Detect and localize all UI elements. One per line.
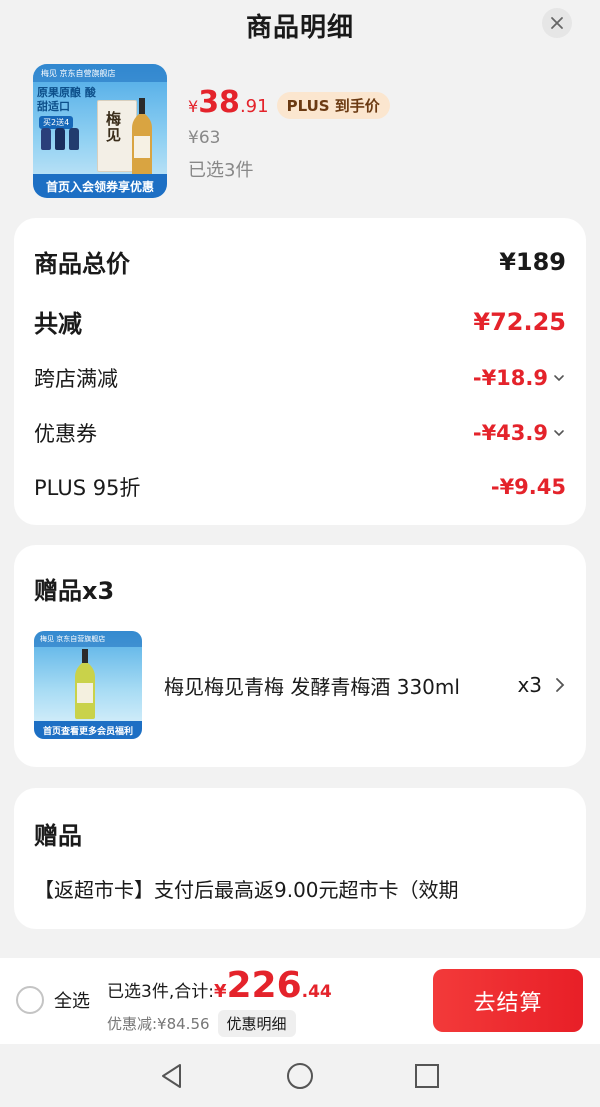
total-reduce-label: 共减 [34, 310, 82, 338]
cross-store-discount-row[interactable]: 跨店满减 -¥18.9 [34, 363, 566, 393]
total-price-value: ¥189 [499, 247, 566, 276]
total-prefix: 已选3件,合计: [107, 982, 214, 1002]
coupon-value: -¥43.9 [472, 421, 548, 445]
mini-bottle-icon [55, 128, 65, 150]
gift-quantity: x3 [517, 673, 566, 697]
chevron-right-icon [554, 677, 566, 693]
close-icon [551, 17, 563, 29]
cross-store-discount-label: 跨店满减 [34, 367, 118, 391]
plus-price-badge: PLUS 到手价 [276, 91, 390, 119]
nav-home-button[interactable] [284, 1060, 316, 1092]
system-nav-bar [0, 1044, 600, 1107]
gift2-description: 【返超市卡】支付后最高返9.00元超市卡（效期 [34, 878, 459, 902]
gift-thumb-banner: 首页查看更多会员福利 [34, 721, 142, 739]
select-all[interactable]: 全选 [16, 986, 90, 1014]
total-price-label: 商品总价 [34, 250, 130, 278]
box-label: 梅见 [106, 110, 122, 144]
product-summary: 梅见 京东自营旗舰店 原果原酿 酸甜适口 买2送4 梅见 首页入会领券享优惠 ¥… [33, 64, 573, 199]
mini-bottle-icon [69, 128, 79, 150]
mini-bottle-icon [41, 128, 51, 150]
discount-line: 优惠减:¥84.56 优惠明细 [107, 1010, 296, 1037]
checkout-bar: 全选 已选3件,合计: ¥ 226 .44 优惠减:¥84.56 优惠明细 去结… [0, 958, 600, 1044]
select-all-label: 全选 [54, 991, 90, 1012]
thumb-banner: 首页入会领券享优惠 [33, 174, 167, 198]
gift2-title: 赠品 [34, 822, 82, 850]
gifts-card: 赠品x3 梅见 京东自营旗舰店 首页查看更多会员福利 梅见梅见青梅 发酵青梅酒 … [14, 545, 586, 767]
close-button[interactable] [542, 8, 572, 38]
price-currency: ¥ [188, 97, 199, 116]
chevron-down-icon [552, 426, 566, 440]
plus-discount-label: PLUS 95折 [34, 476, 141, 500]
discount-detail-button[interactable]: 优惠明细 [217, 1010, 296, 1037]
total-reduce-value: ¥72.25 [473, 307, 566, 336]
brand-strip: 梅见 京东自营旗舰店 [33, 64, 167, 82]
plus-discount-row: PLUS 95折 -¥9.45 [34, 472, 566, 502]
total-decimal: .44 [301, 982, 332, 1002]
original-price: ¥63 [188, 128, 221, 148]
total-reduce-row: 共减 ¥72.25 [34, 304, 566, 339]
gift-name: 梅见梅见青梅 发酵青梅酒 330ml [164, 674, 460, 699]
checkout-button[interactable]: 去结算 [433, 969, 583, 1032]
page-title: 商品明细 [245, 12, 354, 43]
bottle-icon [132, 98, 152, 176]
cross-store-discount-value: -¥18.9 [472, 366, 548, 390]
sheet-header: 商品明细 [0, 0, 600, 50]
coupon-row[interactable]: 优惠券 -¥43.9 [34, 418, 566, 448]
nav-back-button[interactable] [156, 1060, 188, 1092]
nav-home-icon [287, 1063, 313, 1089]
gift-image: 梅见 京东自营旗舰店 首页查看更多会员福利 [34, 631, 142, 739]
select-all-radio[interactable] [16, 986, 44, 1014]
gift-brand-strip: 梅见 京东自营旗舰店 [34, 631, 142, 647]
gift-item[interactable]: 梅见 京东自营旗舰店 首页查看更多会员福利 梅见梅见青梅 发酵青梅酒 330ml… [34, 631, 566, 739]
price-breakdown-card: 商品总价 ¥189 共减 ¥72.25 跨店满减 -¥18.9 优惠券 -¥43… [14, 218, 586, 525]
selected-count: 已选3件 [188, 160, 254, 181]
gift-qty-value: x3 [517, 673, 542, 697]
total-line: 已选3件,合计: ¥ 226 .44 [107, 968, 332, 1004]
total-currency: ¥ [213, 981, 227, 1002]
discount-amount: 优惠减:¥84.56 [107, 1015, 210, 1033]
supermarket-gift-card: 赠品 【返超市卡】支付后最高返9.00元超市卡（效期 [14, 788, 586, 929]
thumb-tagline: 原果原酿 酸甜适口 [37, 86, 96, 113]
nav-back-icon [162, 1064, 181, 1088]
bottle-icon [75, 649, 95, 719]
nav-recents-button[interactable] [411, 1060, 443, 1092]
product-image[interactable]: 梅见 京东自营旗舰店 原果原酿 酸甜适口 买2送4 梅见 首页入会领券享优惠 [33, 64, 167, 198]
price-decimal: .91 [239, 96, 269, 117]
price-integer: 38 [198, 85, 240, 120]
total-integer: 226 [226, 965, 302, 1006]
price-row: ¥ 38 .91 PLUS 到手价 [188, 88, 390, 122]
coupon-label: 优惠券 [34, 422, 97, 446]
gifts-title: 赠品x3 [34, 577, 115, 605]
nav-recents-icon [415, 1064, 439, 1088]
plus-discount-value: -¥9.45 [490, 475, 566, 499]
total-price-row: 商品总价 ¥189 [34, 244, 566, 279]
chevron-down-icon [552, 371, 566, 385]
